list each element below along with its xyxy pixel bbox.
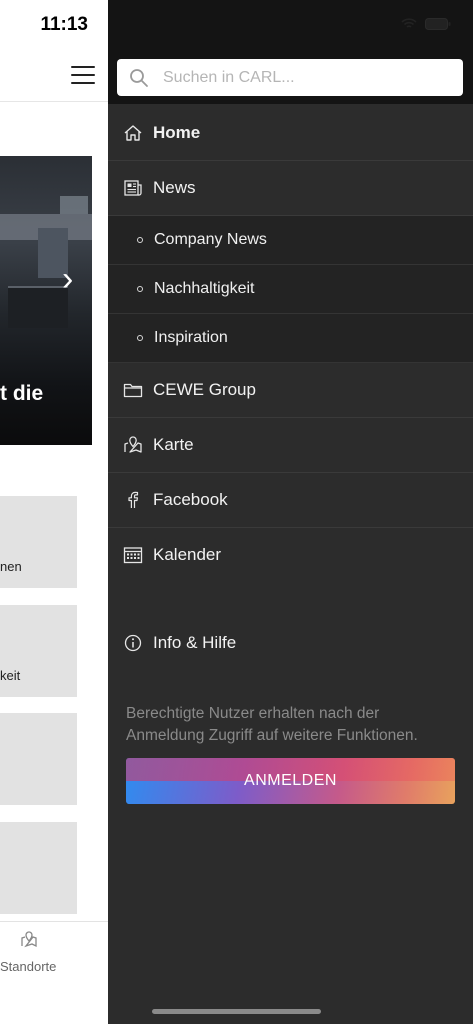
menu-item-karte[interactable]: Karte xyxy=(108,418,473,473)
facebook-icon xyxy=(123,490,143,510)
map-pin-icon xyxy=(123,435,143,455)
submenu-item-inspiration[interactable]: Inspiration xyxy=(108,314,473,363)
hamburger-menu-icon[interactable] xyxy=(71,66,95,86)
menu-item-info-hilfe[interactable]: Info & Hilfe xyxy=(108,616,473,670)
content-tile[interactable]: nen xyxy=(0,496,77,588)
menu-item-label: CEWE Group xyxy=(153,380,256,399)
menu-item-home[interactable]: Home xyxy=(108,106,473,161)
submenu-item-nachhaltigkeit[interactable]: Nachhaltigkeit xyxy=(108,265,473,314)
newspaper-icon xyxy=(123,178,143,198)
background-app: 11:13 › t die nen keit Standorte xyxy=(0,0,108,1024)
map-pin-icon[interactable] xyxy=(19,930,39,950)
tab-bar-divider xyxy=(0,921,108,922)
calendar-icon xyxy=(123,545,143,565)
search-icon xyxy=(130,68,148,87)
home-icon xyxy=(123,123,143,143)
search-input[interactable] xyxy=(161,67,445,88)
menu-item-label: Karte xyxy=(153,435,194,454)
login-button-label: ANMELDEN xyxy=(244,772,337,789)
content-tile[interactable]: keit xyxy=(0,605,77,697)
menu-item-label: Kalender xyxy=(153,545,222,564)
content-tile[interactable] xyxy=(0,713,77,805)
submenu-item-company-news[interactable]: Company News xyxy=(108,216,473,265)
drawer-header xyxy=(108,0,473,104)
navigation-drawer: Home News Company News xyxy=(108,0,473,1024)
info-icon xyxy=(123,633,143,653)
menu-item-label: Facebook xyxy=(153,490,228,509)
menu-item-label: News xyxy=(153,178,196,197)
menu-item-news[interactable]: News xyxy=(108,161,473,216)
menu-item-facebook[interactable]: Facebook xyxy=(108,473,473,528)
tab-standorte-label[interactable]: Standorte xyxy=(0,959,56,974)
status-bar-time: 11:13 xyxy=(40,14,88,35)
tile-label: keit xyxy=(0,668,21,683)
header-divider xyxy=(0,101,108,102)
status-icons xyxy=(401,18,451,30)
menu-item-cewe-group[interactable]: CEWE Group xyxy=(108,363,473,418)
login-hint-text: Berechtigte Nutzer erhalten nach der Anm… xyxy=(126,705,418,744)
menu-item-label: Home xyxy=(153,123,201,142)
submenu-item-label: Nachhaltigkeit xyxy=(154,280,255,297)
folder-icon xyxy=(123,380,143,400)
login-button[interactable]: ANMELDEN xyxy=(126,758,455,804)
tile-label: nen xyxy=(0,559,22,574)
battery-icon xyxy=(425,18,451,30)
submenu-item-label: Inspiration xyxy=(154,329,228,346)
carousel-next-chevron-icon[interactable]: › xyxy=(62,262,73,296)
drawer-menu: Home News Company News Nachhaltigkeit In… xyxy=(108,106,473,582)
bullet-icon xyxy=(137,335,143,341)
content-tile[interactable] xyxy=(0,822,77,914)
menu-item-label: Info & Hilfe xyxy=(153,633,237,652)
submenu-item-label: Company News xyxy=(154,231,267,248)
hero-caption: t die xyxy=(0,382,44,405)
bullet-icon xyxy=(137,237,143,243)
wifi-icon xyxy=(401,18,417,28)
home-indicator[interactable] xyxy=(152,1009,321,1014)
bullet-icon xyxy=(137,286,143,292)
search-field[interactable] xyxy=(117,59,463,96)
menu-item-kalender[interactable]: Kalender xyxy=(108,528,473,582)
